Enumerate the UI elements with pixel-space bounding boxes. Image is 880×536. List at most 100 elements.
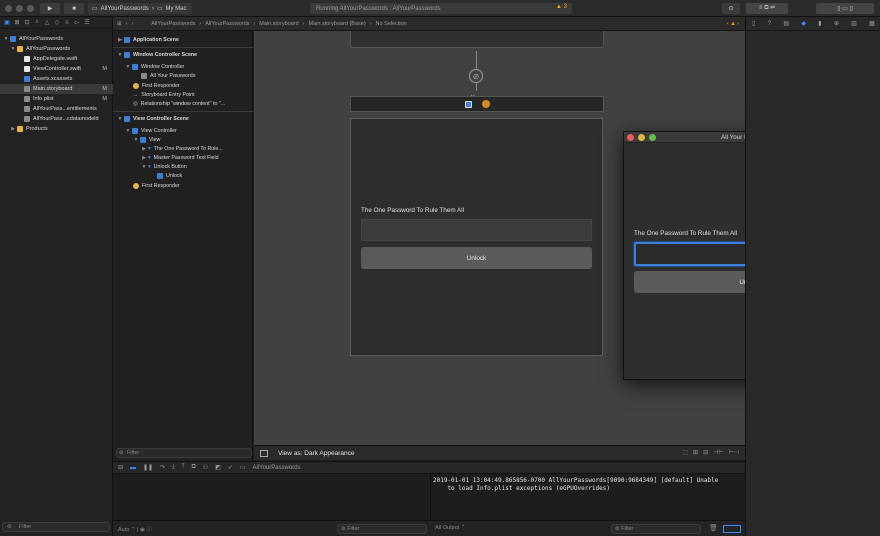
close-window-button[interactable] xyxy=(5,5,12,12)
scene-dock[interactable] xyxy=(350,96,604,112)
view-controller-scene[interactable]: The One Password To Rule Them All Unlock xyxy=(350,118,603,356)
close-window-button[interactable] xyxy=(627,134,634,141)
breadcrumb-item[interactable]: Main.storyboard (Base) xyxy=(309,21,366,27)
tree-item-group[interactable]: ▼ AllYourPasswords xyxy=(0,44,113,54)
breadcrumb-item[interactable]: Main.storyboard xyxy=(259,21,298,27)
variables-filter-field[interactable]: ⊜ Filter xyxy=(337,524,427,534)
debug-target[interactable]: AllYourPasswords xyxy=(253,465,301,471)
back-arrow-icon[interactable]: ‹ xyxy=(126,21,128,27)
pin-icon[interactable]: ⊣⊢ xyxy=(713,449,723,456)
connections-inspector-icon[interactable]: ⊕ xyxy=(834,20,839,27)
view-controller-icon[interactable] xyxy=(464,100,472,108)
step-out-icon[interactable]: ⤒ xyxy=(182,464,185,471)
panel-toggle-segment[interactable]: ▯ ▭ ▯ xyxy=(816,3,874,14)
find-tab-icon[interactable]: ⌕ xyxy=(33,19,41,27)
zoom-window-button[interactable] xyxy=(27,5,34,12)
outline-toggle-icon[interactable] xyxy=(260,449,268,457)
library-button[interactable]: ⊙ xyxy=(722,3,740,14)
tree-item-entitlements[interactable]: AllYourPass...entitlements xyxy=(0,104,113,114)
password-label[interactable]: The One Password To Rule Them All xyxy=(361,207,464,214)
split-view-icon[interactable] xyxy=(723,525,741,533)
debug-tab-icon[interactable]: ≡ xyxy=(63,19,71,27)
warning-icon[interactable]: ‹ ▲ › xyxy=(727,21,739,27)
issue-tab-icon[interactable]: △ xyxy=(43,19,51,27)
embed-icon[interactable]: ⊞ xyxy=(693,449,698,456)
attributes-inspector-icon[interactable]: ◆ xyxy=(801,20,806,27)
stop-button[interactable]: ■ xyxy=(64,3,84,14)
memory-graph-icon[interactable]: ⚇ xyxy=(203,464,208,471)
resolve-icon[interactable]: ⊢⊣ xyxy=(729,449,739,456)
align-icon[interactable]: ⊟ xyxy=(703,449,708,456)
console-filter-field[interactable]: ⊜ Filter xyxy=(611,524,701,534)
zoom-window-button[interactable] xyxy=(649,134,656,141)
outline-row[interactable]: → Storyboard Entry Point xyxy=(113,90,253,99)
output-selector[interactable]: All Output ⌃ xyxy=(435,525,465,531)
window-controller-scene[interactable] xyxy=(350,31,604,48)
tree-item-viewcontroller[interactable]: ViewController.swift M xyxy=(0,64,113,74)
source-control-tab-icon[interactable]: ⊠ xyxy=(13,19,21,27)
step-over-icon[interactable]: ↷ xyxy=(160,464,165,471)
outline-row[interactable]: ▼ View xyxy=(113,135,253,144)
master-password-field[interactable] xyxy=(361,219,592,241)
outline-row[interactable]: ▶ ▾ Master Password Text Field xyxy=(113,153,253,162)
folder-tab-icon[interactable]: ▣ xyxy=(3,19,11,27)
report-tab-icon[interactable]: ☰ xyxy=(83,19,91,27)
minimize-window-button[interactable] xyxy=(16,5,23,12)
effects-inspector-icon[interactable]: ▦ xyxy=(869,20,875,27)
unlock-button[interactable]: Unlock xyxy=(361,247,592,269)
tree-item-assets[interactable]: Assets.xcassets xyxy=(0,74,113,84)
test-tab-icon[interactable]: ◇ xyxy=(53,19,61,27)
help-inspector-icon[interactable]: ? xyxy=(768,21,771,27)
warning-icon[interactable]: ▲ 3 xyxy=(556,4,567,10)
tree-item-main-storyboard[interactable]: Main.storyboard M xyxy=(0,84,113,94)
bindings-inspector-icon[interactable]: ▥ xyxy=(851,20,857,27)
first-responder-icon[interactable] xyxy=(481,100,490,108)
outline-row[interactable]: ▼ ▾ Unlock Button xyxy=(113,162,253,171)
breakpoint-tab-icon[interactable]: ▻ xyxy=(73,19,81,27)
segue-icon[interactable]: ⊘ xyxy=(469,69,483,83)
run-button[interactable]: ▶ xyxy=(40,3,60,14)
outline-row[interactable]: ◎ Relationship "window content" to "... xyxy=(113,99,253,108)
environment-icon[interactable]: ◩ xyxy=(215,464,221,471)
trash-icon[interactable]: 🗑 xyxy=(709,524,718,532)
outline-row[interactable]: ▼ Window Controller xyxy=(113,62,253,71)
pause-icon[interactable]: ❚❚ xyxy=(143,464,153,471)
outline-row[interactable]: ▶ Application Scene xyxy=(113,35,253,44)
size-inspector-icon[interactable]: ▮ xyxy=(818,20,821,27)
tree-item-project[interactable]: ▼ AllYourPasswords xyxy=(0,34,113,44)
tree-item-info-plist[interactable]: Info.plist M xyxy=(0,94,113,104)
minimize-window-button[interactable] xyxy=(638,134,645,141)
breadcrumb-item[interactable]: No Selection xyxy=(376,21,407,27)
tree-item-appdelegate[interactable]: AppDelegate.swift xyxy=(0,54,113,64)
outline-row[interactable]: ▼ View Controller Scene xyxy=(113,114,253,123)
tree-item-products[interactable]: ▶ Products xyxy=(0,124,113,134)
related-items-icon[interactable]: ⊞ xyxy=(117,21,122,27)
outline-filter-field[interactable]: ⊜ Filter xyxy=(116,448,252,458)
variables-view[interactable] xyxy=(113,474,429,520)
step-in-icon[interactable]: ⤓ xyxy=(172,464,175,471)
forward-arrow-icon[interactable]: › xyxy=(131,21,133,27)
outline-row[interactable]: All Your Passwords xyxy=(113,71,253,80)
scheme-selector[interactable]: ▭ AllYourPasswords › ▭ My Mac xyxy=(88,3,192,14)
tree-item-datamodel[interactable]: AllYourPass...cdatamodeld xyxy=(0,114,113,124)
editor-mode-segment[interactable]: ≡ ⧉ ⇄ xyxy=(746,3,788,14)
view-debugger-icon[interactable]: ⧉ xyxy=(191,464,195,471)
outline-row[interactable]: ▼ Window Controller Scene xyxy=(113,50,253,59)
file-inspector-icon[interactable]: ▯ xyxy=(752,20,755,27)
auto-selector[interactable]: Auto ⌃ | ◉ ⓘ xyxy=(118,525,152,533)
identity-inspector-icon[interactable]: ▤ xyxy=(783,20,789,27)
navigator-filter-field[interactable]: ⊜ Filter xyxy=(2,522,110,532)
outline-row[interactable]: First Responder xyxy=(113,181,253,190)
breadcrumb-item[interactable]: AllYourPasswords xyxy=(151,21,195,27)
breadcrumb-item[interactable]: AllYourPasswords xyxy=(205,21,249,27)
outline-row[interactable]: Unlock xyxy=(113,171,253,180)
appearance-label[interactable]: View as: Dark Appearance xyxy=(278,450,354,457)
hide-debug-icon[interactable]: ⊟ xyxy=(118,464,123,471)
location-icon[interactable]: ➶ xyxy=(228,464,233,471)
breakpoints-icon[interactable]: ▬ xyxy=(130,465,136,471)
outline-row[interactable]: ▶ ▾ The One Password To Rule... xyxy=(113,144,253,153)
outline-row[interactable]: ▼ View Controller xyxy=(113,126,253,135)
update-frames-icon[interactable]: ⬚ xyxy=(682,449,688,456)
outline-row[interactable]: First Responder xyxy=(113,81,253,90)
symbol-tab-icon[interactable]: ⊡ xyxy=(23,19,31,27)
